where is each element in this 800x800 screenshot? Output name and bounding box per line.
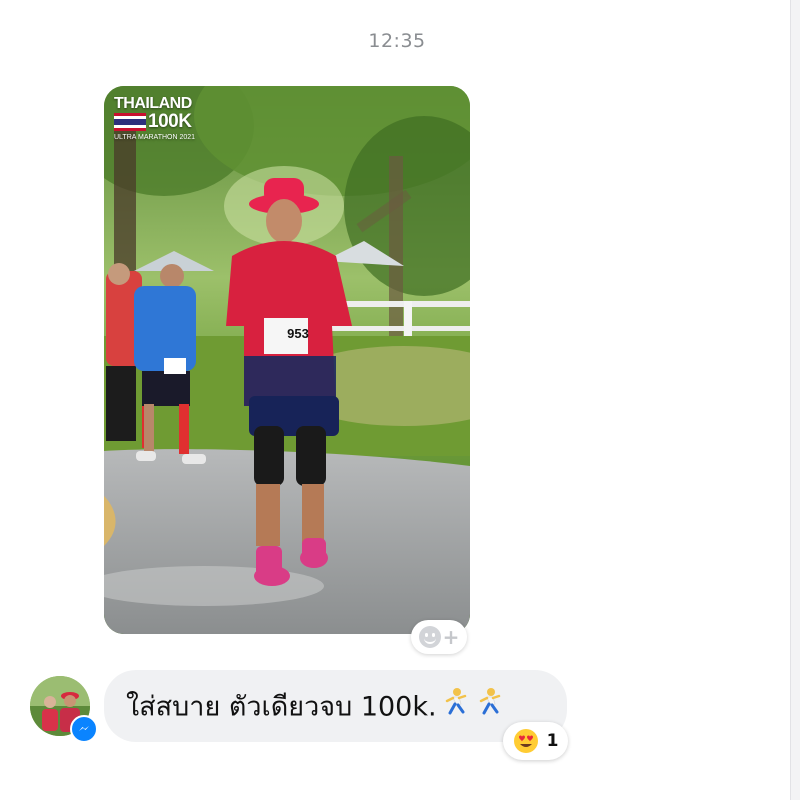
messenger-icon [70,715,98,743]
photo-message[interactable]: THAILAND 100K ULTRA MARATHON 2021 953 [104,86,470,634]
message-timestamp: 12:35 [368,30,426,52]
window-edge [790,0,800,800]
add-reaction-button[interactable]: + [411,620,467,654]
runner-photo-image [104,86,470,634]
reaction-badge[interactable]: 1 [503,722,568,760]
message-text-row: ใส่สบาย ตัวเดียวจบ 100k. [126,686,505,726]
logo-line-1: THAILAND [114,95,192,112]
logo-line-2: 100K [148,111,192,132]
message-text: ใส่สบาย ตัวเดียวจบ 100k. [126,691,437,723]
race-logo: THAILAND 100K ULTRA MARATHON 2021 [114,96,214,142]
heart-eyes-emoji-icon [513,729,538,753]
bib-number: 953 [287,326,309,341]
logo-line-3: ULTRA MARATHON 2021 [114,134,196,141]
reaction-count: 1 [546,731,559,751]
plus-icon: + [442,625,460,649]
running-man-emoji-icon [473,686,505,730]
thai-flag-icon [114,113,146,131]
smiley-icon [418,626,441,648]
running-man-emoji-icon [439,686,471,730]
